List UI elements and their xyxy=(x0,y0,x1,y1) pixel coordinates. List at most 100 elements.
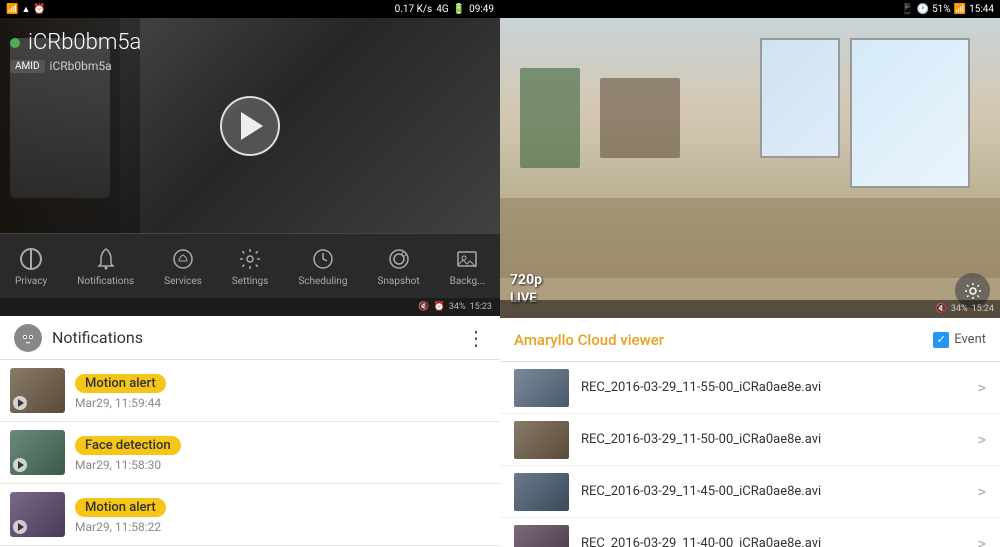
recordings-list: REC_2016-03-29_11-55-00_iCRa0ae8e.avi > … xyxy=(500,362,1000,547)
services-label: Services xyxy=(164,276,202,287)
status-bar-right: 📱 🕐 51% 📶 15:44 xyxy=(500,0,1000,18)
amid-badge: AMID xyxy=(10,60,45,73)
rec-name-2: REC_2016-03-29_11-50-00_iCRa0ae8e.avi xyxy=(581,432,966,447)
notifications-label: Notifications xyxy=(77,276,134,287)
rec-item-3[interactable]: REC_2016-03-29_11-45-00_iCRa0ae8e.avi > xyxy=(500,466,1000,518)
room-element-1 xyxy=(520,68,580,168)
main-container: 📶 ▲ ⏰ 0.17 K/s 4G 🔋 09:49 iCRb0bm5a xyxy=(0,0,1000,547)
notif-item-1[interactable]: Motion alert Mar29, 11:59:44 xyxy=(0,360,500,422)
cloud-viewer: Amaryllo Cloud viewer ✓ Event REC_2016-0… xyxy=(500,318,1000,547)
camera-tag-row: AMID iCRb0bm5a xyxy=(10,59,141,73)
rec-arrow-4: > xyxy=(978,534,986,547)
bottom-nav: Privacy Notifications Se xyxy=(0,233,500,298)
camera-bg-content xyxy=(140,18,500,233)
live-status-bar: 🔇 34% 15:24 xyxy=(500,300,1000,318)
rec-item-1[interactable]: REC_2016-03-29_11-55-00_iCRa0ae8e.avi > xyxy=(500,362,1000,414)
nav-notifications[interactable]: Notifications xyxy=(69,241,142,291)
notif-thumb-2 xyxy=(10,430,65,475)
signal-4g: 4G xyxy=(436,4,448,15)
camera-info: iCRb0bm5a AMID iCRb0bm5a xyxy=(10,30,141,73)
time-left: 09:49 xyxy=(469,4,494,15)
nav-services[interactable]: Services xyxy=(156,241,210,291)
notifications-panel: Notifications ⋮ Motion alert Mar29, 11:5… xyxy=(0,316,500,547)
alert-badge-1: Motion alert xyxy=(75,374,166,393)
checkbox-icon: ✓ xyxy=(933,332,949,348)
rec-arrow-3: > xyxy=(978,482,986,501)
camera-name-display: iCRb0bm5a xyxy=(10,30,141,55)
camera-view: iCRb0bm5a AMID iCRb0bm5a xyxy=(0,18,500,233)
left-panel: 📶 ▲ ⏰ 0.17 K/s 4G 🔋 09:49 iCRb0bm5a xyxy=(0,0,500,547)
speed-indicator: 0.17 K/s xyxy=(395,4,433,15)
wifi-icon: ▲ xyxy=(21,4,30,15)
alert-badge-2: Face detection xyxy=(75,436,181,455)
rec-item-4[interactable]: REC_2016-03-29_11-40-00_iCRa0ae8e.avi > xyxy=(500,518,1000,547)
notif-thumb-3 xyxy=(10,492,65,537)
play-tri-1 xyxy=(18,399,24,407)
play-button[interactable] xyxy=(220,96,280,156)
rec-thumb-1 xyxy=(514,369,569,407)
time-live: 15:24 xyxy=(972,304,994,314)
notif-time-2: Mar29, 11:58:30 xyxy=(75,458,490,472)
notif-content-2: Face detection Mar29, 11:58:30 xyxy=(75,434,490,472)
notif-content-3: Motion alert Mar29, 11:58:22 xyxy=(75,496,490,534)
services-icon xyxy=(169,245,197,273)
cloud-viewer-title: Amaryllo Cloud viewer xyxy=(514,331,664,349)
phone-icon: 📱 xyxy=(901,4,913,15)
event-label: Event xyxy=(954,332,986,347)
status-icons-left: 📶 ▲ ⏰ xyxy=(6,4,46,15)
nav-privacy[interactable]: Privacy xyxy=(7,241,55,291)
play-tri-3 xyxy=(18,523,24,531)
notif-item-2[interactable]: Face detection Mar29, 11:58:30 xyxy=(0,422,500,484)
status-bar-left: 📶 ▲ ⏰ 0.17 K/s 4G 🔋 09:49 xyxy=(0,0,500,18)
thumb-play-icon-2 xyxy=(13,458,27,472)
signal-icon: 📶 xyxy=(6,4,18,15)
rec-arrow-2: > xyxy=(978,430,986,449)
notifications-header: Notifications ⋮ xyxy=(0,316,500,360)
event-checkbox[interactable]: ✓ Event xyxy=(933,332,986,348)
floor-element xyxy=(500,198,1000,278)
alert-badge-3: Motion alert xyxy=(75,498,166,517)
notif-time-1: Mar29, 11:59:44 xyxy=(75,396,490,410)
mute-icon-right: 🔇 xyxy=(936,304,947,314)
play-tri-2 xyxy=(18,461,24,469)
battery-right: 51% xyxy=(932,4,951,15)
room-element-2 xyxy=(600,78,680,158)
rec-thumb-4 xyxy=(514,525,569,547)
thumb-play-icon-3 xyxy=(13,520,27,534)
camera-name-text: iCRb0bm5a xyxy=(28,30,141,55)
rec-item-2[interactable]: REC_2016-03-29_11-50-00_iCRa0ae8e.avi > xyxy=(500,414,1000,466)
mini-status-left: 🔇 ⏰ 34% 15:23 xyxy=(0,298,500,316)
nav-snapshot[interactable]: Snapshot xyxy=(369,241,427,291)
play-triangle-icon xyxy=(241,112,263,140)
live-window-right xyxy=(850,38,970,188)
nav-settings[interactable]: Settings xyxy=(224,241,277,291)
battery-status-right: 34% xyxy=(951,304,968,314)
resolution-badge: 720p xyxy=(510,272,542,288)
snapshot-label: Snapshot xyxy=(377,276,419,287)
snapshot-icon xyxy=(385,245,413,273)
notifications-title: Notifications xyxy=(52,328,143,347)
background-icon xyxy=(453,245,481,273)
notifications-more-button[interactable]: ⋮ xyxy=(466,326,486,350)
notifications-header-left: Notifications xyxy=(14,324,143,352)
nav-background[interactable]: Backg... xyxy=(442,241,493,291)
settings-label: Settings xyxy=(232,276,269,287)
nav-scheduling[interactable]: Scheduling xyxy=(290,241,355,291)
online-indicator xyxy=(10,38,20,48)
notif-thumb-1 xyxy=(10,368,65,413)
time-mini-left: 15:23 xyxy=(470,302,492,312)
mute-icon-left: 🔇 xyxy=(418,302,429,312)
notif-item-3[interactable]: Motion alert Mar29, 11:58:22 xyxy=(0,484,500,546)
battery-left: 34% xyxy=(449,302,466,312)
live-camera-view: 720p LIVE 🔇 34% 15:24 xyxy=(500,18,1000,318)
signal-icon-right: 📶 xyxy=(954,4,966,15)
thumb-play-icon-1 xyxy=(13,396,27,410)
privacy-label: Privacy xyxy=(15,276,47,287)
notifications-icon xyxy=(92,245,120,273)
notif-time-3: Mar29, 11:58:22 xyxy=(75,520,490,534)
alarm-icon-left: ⏰ xyxy=(434,302,445,312)
clock-icon-right: 🕐 xyxy=(917,4,929,15)
battery-icon-left: 🔋 xyxy=(453,4,465,15)
scheduling-label: Scheduling xyxy=(298,276,347,287)
time-right: 15:44 xyxy=(969,4,994,15)
